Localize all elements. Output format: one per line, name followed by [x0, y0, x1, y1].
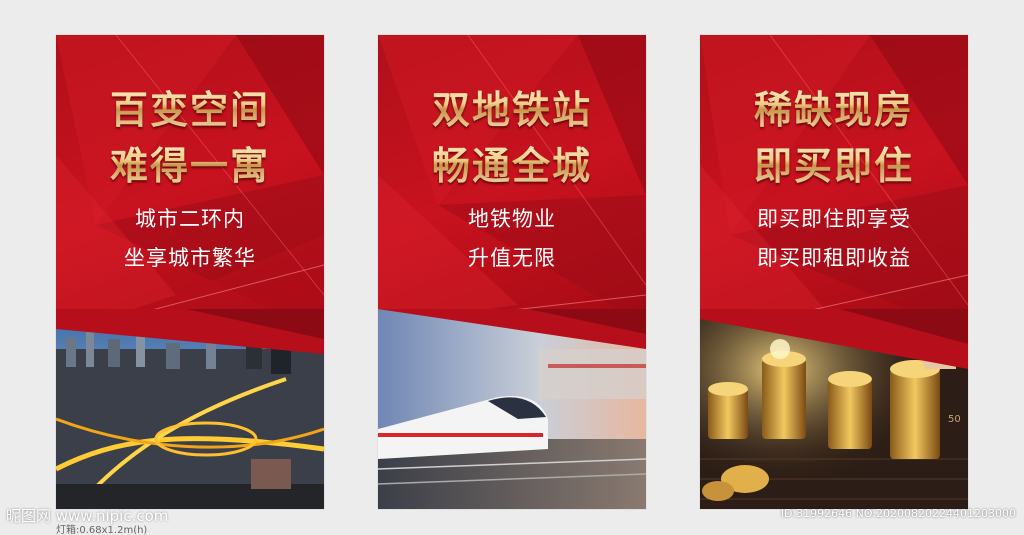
subline-2: 坐享城市繁华 [124, 246, 256, 270]
chart-axis-label: 50 [948, 414, 961, 425]
headline-line-1: 百变空间 [56, 79, 324, 134]
headline-line-2: 畅通全城 [378, 135, 646, 190]
poster-panel-metro: 双地铁站 畅通全城 地铁物业 升值无限 [378, 35, 646, 509]
headline-line-2: 即买即住 [700, 135, 968, 190]
size-caption: 灯箱:0.68x1.2m(h) [56, 525, 148, 535]
high-speed-train-photo [378, 309, 646, 509]
gold-coins-photo: 50 [700, 309, 968, 509]
headline-line-1: 稀缺现房 [700, 79, 968, 134]
subline-1: 地铁物业 [468, 207, 556, 231]
poster-sheet: 百变空间 难得一寓 城市二环内 坐享城市繁华 双地铁站 畅通全城 地铁物业 升值… [0, 0, 1024, 535]
image-id-watermark: ID:31992646 NO:20200820224401203000 [780, 507, 1016, 520]
city-night-photo [56, 309, 324, 509]
poster-panel-ready-homes: 稀缺现房 即买即住 即买即住即享受 即买即租即收益 50 [700, 35, 968, 509]
headline-line-1: 双地铁站 [378, 79, 646, 134]
subline-1: 城市二环内 [135, 207, 245, 231]
subline-1: 即买即住即享受 [757, 207, 911, 231]
subline-2: 升值无限 [468, 246, 556, 270]
poster-panel-space: 百变空间 难得一寓 城市二环内 坐享城市繁华 [56, 35, 324, 509]
headline-line-2: 难得一寓 [56, 135, 324, 190]
subline-2: 即买即租即收益 [757, 246, 911, 270]
